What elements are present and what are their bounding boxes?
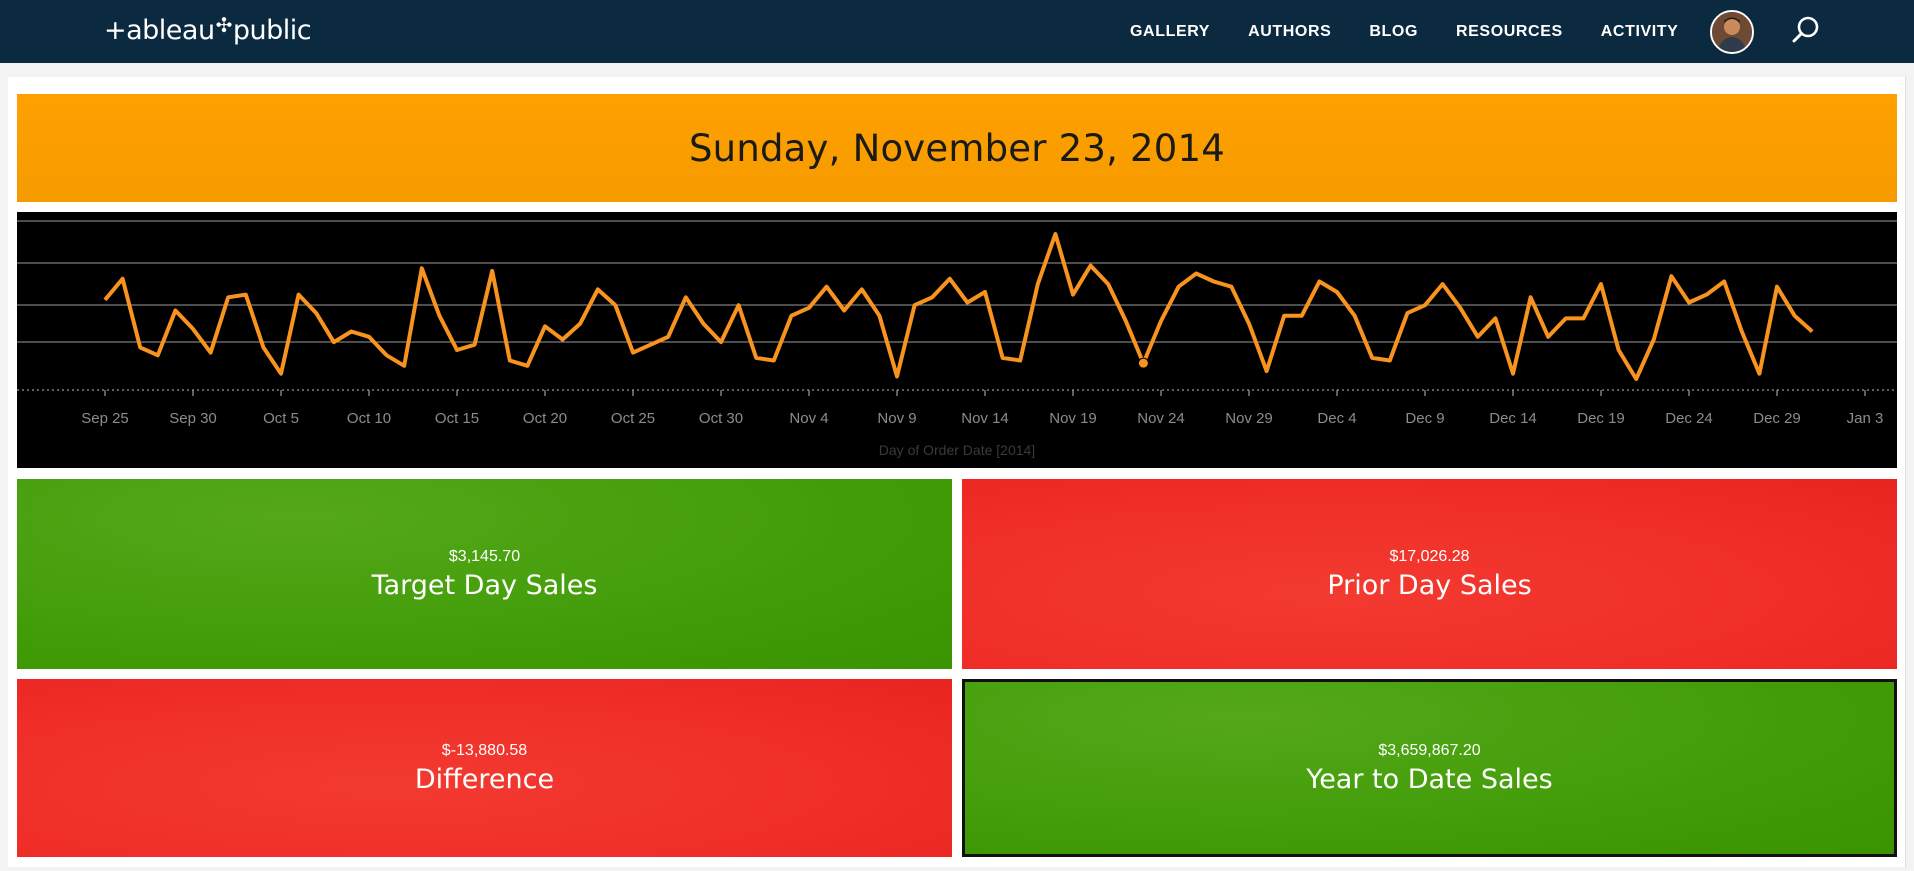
target-day-sales-tile[interactable]: $3,145.70 Target Day Sales: [17, 479, 952, 669]
x-tick-label: Nov 29: [1225, 410, 1273, 427]
x-tick-label: Oct 25: [611, 410, 655, 427]
nav-link-blog[interactable]: BLOG: [1369, 23, 1418, 41]
nav-links: GALLERY AUTHORS BLOG RESOURCES ACTIVITY: [1130, 0, 1716, 63]
x-tick-label: Oct 10: [347, 410, 391, 427]
x-tick-label: Oct 20: [523, 410, 567, 427]
daily-sales-line-chart[interactable]: Sep 25 Sep 30 Oct 5 Oct 10 Oct 15 Oct 20 Oct 2…: [17, 212, 1897, 468]
x-tick-label: Oct 15: [435, 410, 479, 427]
x-tick-label: Nov 19: [1049, 410, 1097, 427]
x-tick-label: Nov 14: [961, 410, 1009, 427]
year-to-date-sales-value: $3,659,867.20: [1378, 741, 1481, 759]
tableau-public-logo[interactable]: +ableau ✣ public: [104, 12, 312, 48]
difference-tile[interactable]: $-13,880.58 Difference: [17, 679, 952, 857]
avatar[interactable]: [1710, 10, 1754, 54]
chart-svg: Sep 25 Sep 30 Oct 5 Oct 10 Oct 15 Oct 20 Oct 2…: [17, 220, 1897, 458]
target-day-sales-label: Target Day Sales: [371, 569, 598, 601]
year-to-date-sales-label: Year to Date Sales: [1306, 763, 1553, 795]
top-nav-bar: +ableau ✣ public GALLERY AUTHORS BLOG RESO…: [0, 0, 1914, 63]
selected-date-title: Sunday, November 23, 2014: [689, 126, 1225, 170]
nav-link-gallery[interactable]: GALLERY: [1130, 23, 1210, 41]
nav-link-authors[interactable]: AUTHORS: [1248, 23, 1331, 41]
prior-day-sales-tile[interactable]: $17,026.28 Prior Day Sales: [962, 479, 1897, 669]
x-tick-label: Sep 30: [169, 410, 217, 427]
x-tick-label: Nov 24: [1137, 410, 1185, 427]
x-tick-label: Dec 4: [1317, 410, 1356, 427]
x-tick-label: Dec 9: [1405, 410, 1444, 427]
x-tick-label: Nov 9: [877, 410, 916, 427]
search-icon[interactable]: [1789, 13, 1823, 47]
x-tick-label: Dec 29: [1753, 410, 1801, 427]
x-axis-title: Day of Order Date [2014]: [879, 442, 1035, 458]
logo-text: +ableau: [104, 14, 215, 46]
difference-label: Difference: [414, 763, 555, 795]
x-tick-label: Sep 25: [81, 410, 129, 427]
x-tick-label: Dec 19: [1577, 410, 1625, 427]
nav-link-resources[interactable]: RESOURCES: [1456, 23, 1563, 41]
x-tick-label: Oct 30: [699, 410, 743, 427]
difference-value: $-13,880.58: [441, 741, 528, 759]
x-tick-label: Oct 5: [263, 410, 299, 427]
selected-day-point[interactable]: [1137, 357, 1149, 369]
x-tick-label: Jan 3: [1847, 410, 1884, 427]
target-day-sales-value: $3,145.70: [448, 547, 521, 565]
year-to-date-sales-tile[interactable]: $3,659,867.20 Year to Date Sales: [962, 679, 1897, 857]
x-tick-label: Dec 14: [1489, 410, 1537, 427]
date-banner: Sunday, November 23, 2014: [17, 94, 1897, 202]
x-tick-label: Nov 4: [789, 410, 828, 427]
logo-sparkle-icon: ✣: [215, 13, 233, 37]
prior-day-sales-value: $17,026.28: [1389, 547, 1470, 565]
x-tick-label: Dec 24: [1665, 410, 1713, 427]
prior-day-sales-label: Prior Day Sales: [1327, 569, 1532, 601]
logo-text-tail: public: [232, 14, 312, 46]
sales-series-line[interactable]: [103, 232, 1814, 381]
nav-link-activity[interactable]: ACTIVITY: [1601, 23, 1679, 41]
